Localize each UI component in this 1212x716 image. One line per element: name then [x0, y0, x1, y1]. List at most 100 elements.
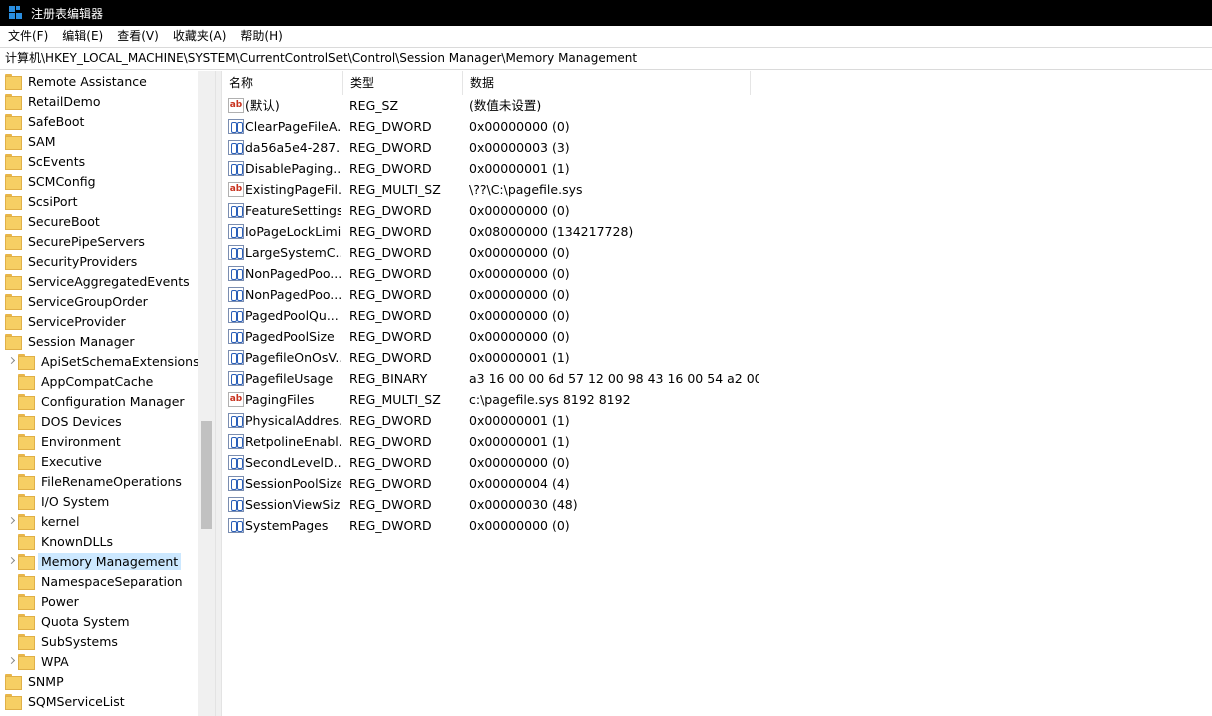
value-row[interactable]: da56a5e4-287... REG_DWORD 0x00000003 (3): [222, 137, 1212, 158]
value-row[interactable]: IoPageLockLimit REG_DWORD 0x08000000 (1342…: [222, 221, 1212, 242]
value-row[interactable]: DisablePaging... REG_DWORD 0x00000001 (1): [222, 158, 1212, 179]
value-data: (数值未设置): [469, 98, 542, 113]
value-row[interactable]: RetpolineEnabl... REG_DWORD 0x00000001 (1): [222, 431, 1212, 452]
value-row[interactable]: SecondLevelD... REG_DWORD 0x00000000 (0): [222, 452, 1212, 473]
tree-item[interactable]: ServiceAggregatedEvents: [0, 271, 198, 291]
tree-item-label: Session Manager: [28, 333, 135, 349]
value-row[interactable]: PagedPoolSize REG_DWORD 0x00000000 (0): [222, 326, 1212, 347]
value-row[interactable]: SystemPages REG_DWORD 0x00000000 (0): [222, 515, 1212, 536]
address-bar[interactable]: 计算机\HKEY_LOCAL_MACHINE\SYSTEM\CurrentCon…: [0, 47, 1212, 70]
value-name: PagefileOnOsV...: [245, 350, 341, 365]
menu-view[interactable]: 查看(V): [110, 26, 166, 47]
tree-item[interactable]: SubSystems: [0, 631, 198, 651]
chevron-right-icon[interactable]: [8, 556, 18, 566]
tree-item[interactable]: SecurePipeServers: [0, 231, 198, 251]
tree-item[interactable]: Quota System: [0, 611, 198, 631]
value-row[interactable]: ab ExistingPageFil... REG_MULTI_SZ \??\C:\p…: [222, 179, 1212, 200]
tree-item-label: SecurePipeServers: [28, 233, 145, 249]
tree-item[interactable]: Configuration Manager: [0, 391, 198, 411]
window-title: 注册表编辑器: [31, 6, 104, 21]
string-icon: ab: [228, 182, 244, 197]
column-header-type[interactable]: 类型: [343, 71, 463, 95]
tree-item[interactable]: SCMConfig: [0, 171, 198, 191]
tree-item[interactable]: KnownDLLs: [0, 531, 198, 551]
tree-item[interactable]: ApiSetSchemaExtensions: [0, 351, 200, 371]
value-type: REG_DWORD: [349, 350, 432, 365]
folder-icon: [5, 174, 22, 190]
tree-item-label: ServiceAggregatedEvents: [28, 273, 190, 289]
value-row[interactable]: FeatureSettings REG_DWORD 0x00000000 (0): [222, 200, 1212, 221]
binary-icon: [228, 518, 244, 533]
tree-item[interactable]: I/O System: [0, 491, 198, 511]
tree-item[interactable]: Session Manager: [0, 331, 198, 351]
tree-item[interactable]: SAM: [0, 131, 198, 151]
value-row[interactable]: PagedPoolQu... REG_DWORD 0x00000000 (0): [222, 305, 1212, 326]
tree-item[interactable]: AppCompatCache: [0, 371, 198, 391]
tree-item[interactable]: RetailDemo: [0, 91, 198, 111]
tree-item[interactable]: Power: [0, 591, 198, 611]
value-row[interactable]: PhysicalAddres... REG_DWORD 0x00000001 (1): [222, 410, 1212, 431]
value-data: 0x00000000 (0): [469, 329, 570, 344]
tree-item[interactable]: ServiceGroupOrder: [0, 291, 198, 311]
tree-item-label: kernel: [41, 513, 80, 529]
tree-item[interactable]: Memory Management: [0, 551, 198, 571]
tree-item-label: I/O System: [41, 493, 110, 509]
tree-item[interactable]: ScEvents: [0, 151, 198, 171]
tree-item[interactable]: ServiceProvider: [0, 311, 198, 331]
folder-icon: [5, 194, 22, 210]
tree-item-label: Power: [41, 593, 79, 609]
pane-splitter[interactable]: [215, 71, 222, 716]
value-name: PhysicalAddres...: [245, 413, 341, 428]
binary-icon: [228, 224, 244, 239]
tree-item[interactable]: Environment: [0, 431, 198, 451]
value-row[interactable]: ClearPageFileA... REG_DWORD 0x00000000 (0): [222, 116, 1212, 137]
tree-item[interactable]: kernel: [0, 511, 198, 531]
menu-help[interactable]: 帮助(H): [233, 26, 289, 47]
tree-item[interactable]: SecurityProviders: [0, 251, 198, 271]
value-row[interactable]: NonPagedPoo... REG_DWORD 0x00000000 (0): [222, 263, 1212, 284]
value-row[interactable]: SessionViewSize REG_DWORD 0x00000030 (48): [222, 494, 1212, 515]
folder-icon: [18, 354, 35, 370]
tree-item[interactable]: SecureBoot: [0, 211, 198, 231]
menu-edit[interactable]: 编辑(E): [55, 26, 110, 47]
regedit-app-icon: [9, 6, 23, 20]
tree-item[interactable]: SQMServiceList: [0, 691, 198, 711]
folder-icon: [5, 314, 22, 330]
tree-item[interactable]: Executive: [0, 451, 198, 471]
tree-item[interactable]: ScsiPort: [0, 191, 198, 211]
tree-item-label: SafeBoot: [28, 113, 85, 129]
value-row[interactable]: LargeSystemC... REG_DWORD 0x00000000 (0): [222, 242, 1212, 263]
value-row[interactable]: SessionPoolSize REG_DWORD 0x00000004 (4): [222, 473, 1212, 494]
column-header-data[interactable]: 数据: [463, 71, 751, 95]
column-header-name[interactable]: 名称: [222, 71, 343, 95]
tree-item[interactable]: SafeBoot: [0, 111, 198, 131]
folder-icon: [18, 634, 35, 650]
binary-icon: [228, 287, 244, 302]
tree-item[interactable]: SNMP: [0, 671, 198, 691]
value-name: da56a5e4-287...: [245, 140, 341, 155]
tree-item[interactable]: DOS Devices: [0, 411, 198, 431]
value-row[interactable]: NonPagedPoo... REG_DWORD 0x00000000 (0): [222, 284, 1212, 305]
value-row[interactable]: ab PagingFiles REG_MULTI_SZ c:\pagefile.sys…: [222, 389, 1212, 410]
binary-icon: [228, 455, 244, 470]
menu-favorites[interactable]: 收藏夹(A): [166, 26, 234, 47]
value-name: SessionPoolSize: [245, 476, 341, 491]
value-row[interactable]: PagefileOnOsV... REG_DWORD 0x00000001 (1): [222, 347, 1212, 368]
tree-item[interactable]: NamespaceSeparation: [0, 571, 198, 591]
value-row[interactable]: ab (默认) REG_SZ (数值未设置): [222, 95, 1212, 116]
value-data: 0x00000001 (1): [469, 350, 570, 365]
chevron-right-icon[interactable]: [8, 516, 18, 526]
value-name: IoPageLockLimit: [245, 224, 341, 239]
value-name: DisablePaging...: [245, 161, 341, 176]
tree-scroll-thumb[interactable]: [201, 421, 212, 529]
tree-scrollbar[interactable]: [198, 71, 215, 716]
menu-file[interactable]: 文件(F): [0, 26, 55, 47]
chevron-right-icon[interactable]: [8, 656, 18, 666]
tree-item[interactable]: FileRenameOperations: [0, 471, 198, 491]
tree-item[interactable]: Remote Assistance: [0, 71, 198, 91]
value-type: REG_DWORD: [349, 455, 432, 470]
tree-item[interactable]: WPA: [0, 651, 198, 671]
value-data: 0x00000030 (48): [469, 497, 578, 512]
value-row[interactable]: PagefileUsage REG_BINARY a3 16 00 00 6d 57…: [222, 368, 1212, 389]
chevron-right-icon[interactable]: [8, 356, 18, 366]
